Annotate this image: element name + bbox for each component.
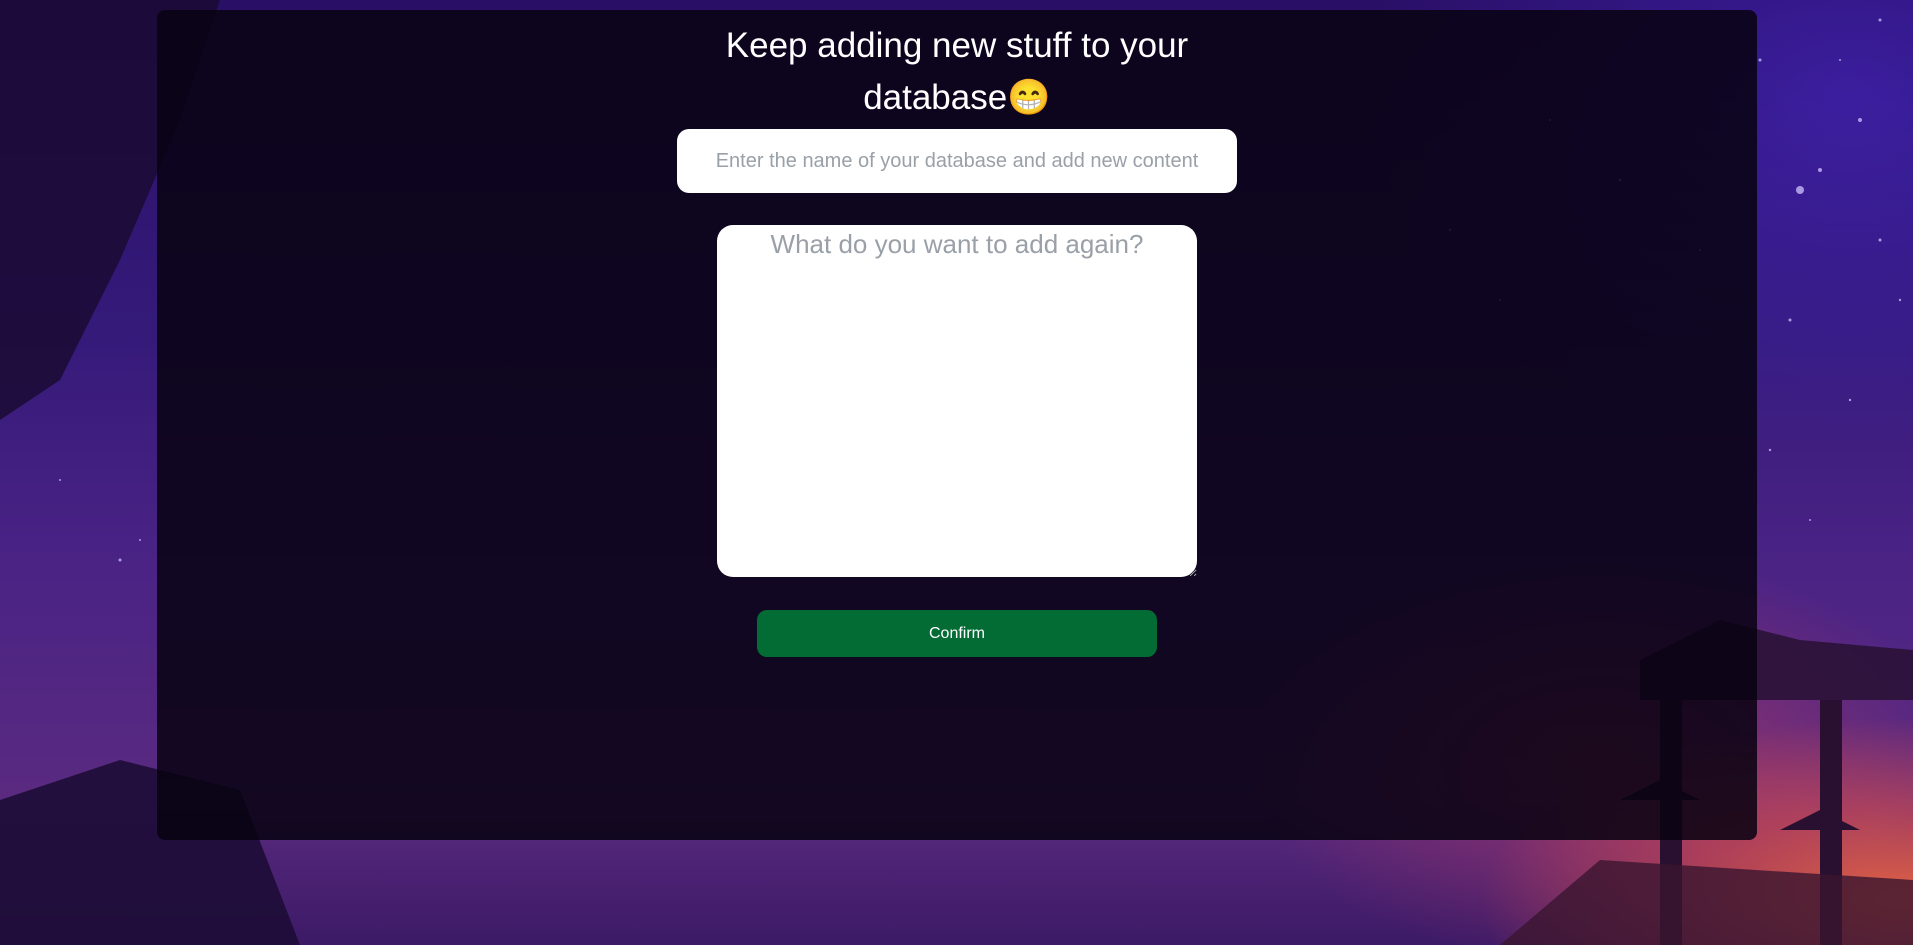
- title-line-1: Keep adding new stuff to your: [725, 26, 1189, 65]
- grinning-face-emoji-icon: 😁: [1007, 78, 1051, 117]
- database-name-input[interactable]: [677, 129, 1237, 193]
- title-line-2: database😁: [157, 72, 1757, 124]
- confirm-button[interactable]: Confirm: [757, 610, 1157, 657]
- title-database-word: database: [863, 78, 1008, 117]
- content-panel: Keep adding new stuff to your database😁 …: [157, 10, 1757, 840]
- page-title: Keep adding new stuff to your database😁: [157, 20, 1757, 124]
- new-content-textarea[interactable]: [717, 225, 1197, 577]
